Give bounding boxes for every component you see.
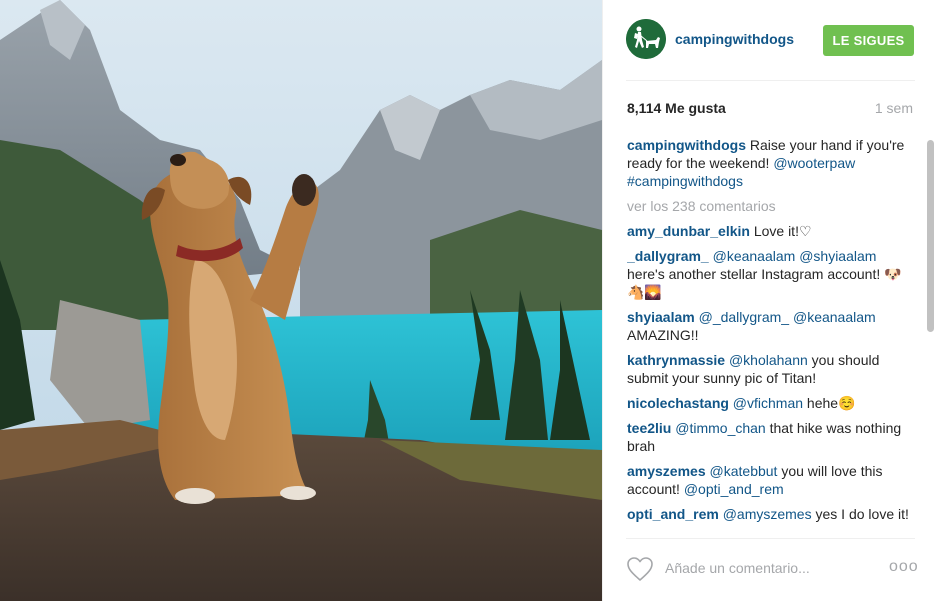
- comment-item: shyiaalam @_dallygram_ @keanaalam AMAZIN…: [627, 308, 917, 344]
- post-caption: campingwithdogs Raise your hand if you'r…: [627, 136, 917, 190]
- view-all-comments-link[interactable]: ver los 238 comentarios: [627, 197, 917, 215]
- comment-text: here's another stellar Instagram account…: [627, 266, 902, 300]
- comment-mention[interactable]: @amyszemes: [719, 506, 812, 522]
- caption-username[interactable]: campingwithdogs: [627, 137, 746, 153]
- comment-item: nicolechastang @vfichman hehe☺️: [627, 394, 917, 412]
- comment-mention[interactable]: @opti_and_rem: [684, 481, 784, 497]
- comment-username[interactable]: amyszemes: [627, 463, 706, 479]
- likes-count[interactable]: 8,114 Me gusta: [627, 100, 726, 116]
- post-timestamp[interactable]: 1 sem: [875, 100, 913, 116]
- heart-outline-icon[interactable]: [626, 556, 654, 582]
- comment-item: _dallygram_ @keanaalam @shyiaalam here's…: [627, 247, 917, 301]
- following-button[interactable]: LE SIGUES: [823, 25, 914, 56]
- comment-username[interactable]: _dallygram_: [627, 248, 709, 264]
- comment-item: kathrynmassie @kholahann you should subm…: [627, 351, 917, 387]
- comment-item: opti_and_rem @amyszemes yes I do love it…: [627, 505, 917, 523]
- avatar[interactable]: [626, 19, 666, 59]
- comment-username[interactable]: shyiaalam: [627, 309, 695, 325]
- more-options-icon[interactable]: ooo: [889, 558, 919, 576]
- footer-divider: [626, 538, 915, 539]
- comment-mention[interactable]: @keanaalam: [709, 248, 796, 264]
- comments-scrollbar[interactable]: [927, 140, 934, 332]
- comment-username[interactable]: kathrynmassie: [627, 352, 725, 368]
- comment-mention[interactable]: @timmo_chan: [671, 420, 765, 436]
- header-divider: [626, 80, 915, 81]
- comment-username[interactable]: opti_and_rem: [627, 506, 719, 522]
- comment-text: Love it!♡: [749, 223, 812, 239]
- caption-mention[interactable]: @wooterpaw: [773, 155, 855, 171]
- comment-rows: amy_dunbar_elkin Love it!♡ _dallygram_ @k…: [627, 222, 917, 523]
- add-comment-input[interactable]: [665, 555, 875, 581]
- comment-mention[interactable]: @shyiaalam: [799, 248, 876, 264]
- post-photo[interactable]: [0, 0, 602, 601]
- comment-item: amyszemes @katebbut you will love this a…: [627, 462, 917, 498]
- comment-text: yes I do love it!: [811, 506, 909, 522]
- comment-username[interactable]: amy_dunbar_elkin: [627, 223, 750, 239]
- comment-mention[interactable]: @_dallygram_: [695, 309, 790, 325]
- comment-mention[interactable]: @kholahann: [725, 352, 808, 368]
- caption-hashtag[interactable]: #campingwithdogs: [627, 173, 743, 189]
- comments-list[interactable]: campingwithdogs Raise your hand if you'r…: [627, 136, 917, 536]
- comment-mention[interactable]: @keanaalam: [793, 309, 876, 325]
- hiker-with-dog-logo-icon: [626, 19, 666, 59]
- post-header: campingwithdogs LE SIGUES: [603, 0, 939, 80]
- comment-item: amy_dunbar_elkin Love it!♡: [627, 222, 917, 240]
- comment-text: AMAZING!!: [627, 327, 699, 343]
- comment-text: hehe☺️: [803, 395, 856, 411]
- post-author-username[interactable]: campingwithdogs: [675, 31, 794, 47]
- comment-item: tee2liu @timmo_chan that hike was nothin…: [627, 419, 917, 455]
- comment-username[interactable]: tee2liu: [627, 420, 671, 436]
- comment-mention[interactable]: @katebbut: [706, 463, 778, 479]
- comment-mention[interactable]: @vfichman: [729, 395, 803, 411]
- comment-username[interactable]: nicolechastang: [627, 395, 729, 411]
- post-details-panel: campingwithdogs LE SIGUES 8,114 Me gusta…: [602, 0, 939, 601]
